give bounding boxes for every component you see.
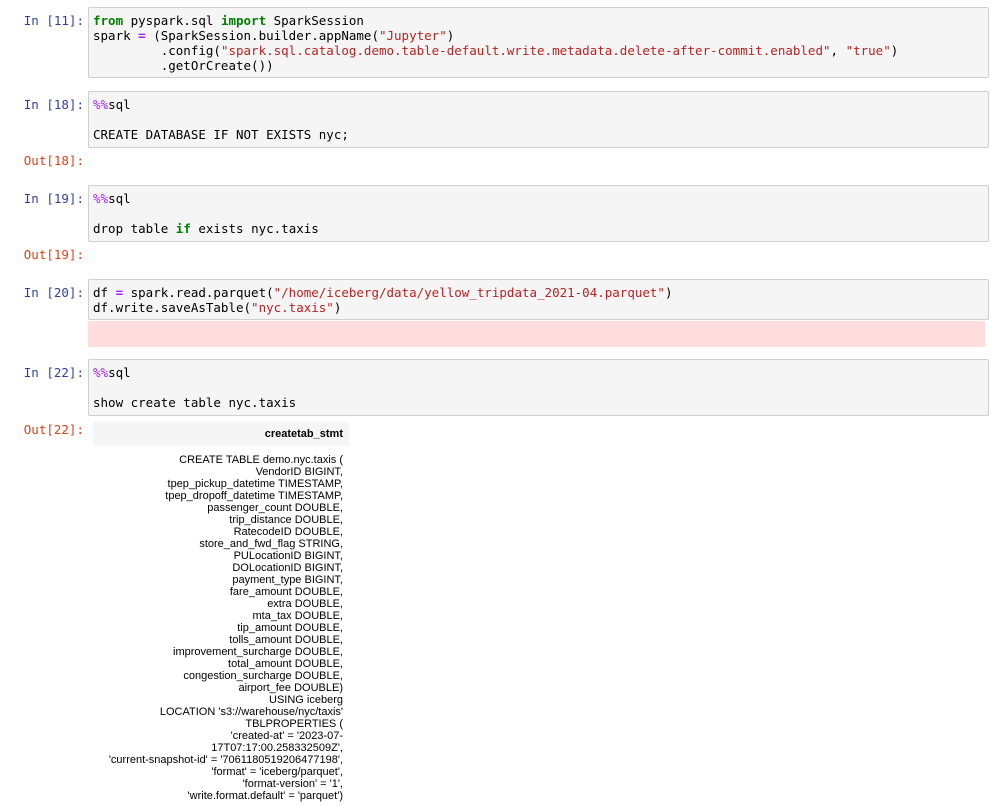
code-token: .config( [93, 43, 221, 58]
code-token: sql [108, 365, 131, 380]
code-token: (SparkSession.builder.appName( [145, 28, 379, 43]
code-token: SparkSession [266, 13, 364, 28]
code-token: ) [333, 300, 342, 315]
output-prompt: Out[19]: [23, 247, 84, 262]
code-token: "nyc.taxis" [251, 300, 334, 315]
code-token: show create table nyc.taxis [93, 395, 297, 410]
code-token: = [138, 28, 146, 43]
code-token: %% [93, 365, 109, 380]
input-prompt: In [11]: [23, 13, 84, 28]
code-token: import [220, 13, 267, 28]
code-token: , [830, 43, 846, 58]
code-text[interactable]: %%sql show create table nyc.taxis [89, 360, 988, 415]
code-editor[interactable]: %%sql CREATE DATABASE IF NOT EXISTS nyc; [88, 91, 989, 148]
code-token: .getOrCreate()) [93, 58, 274, 73]
code-token: if [175, 221, 191, 236]
table-row: CREATE TABLE demo.nyc.taxis ( VendorID B… [93, 446, 349, 806]
output-prompt: Out[22]: [23, 422, 84, 437]
input-prompt: In [22]: [23, 365, 84, 380]
result-table: createtab_stmt CREATE TABLE demo.nyc.tax… [93, 422, 349, 806]
table-header-row: createtab_stmt [93, 422, 349, 446]
code-token: sql [108, 97, 131, 112]
code-text[interactable]: %%sql drop table if exists nyc.taxis [89, 186, 988, 241]
code-token: drop table [93, 221, 176, 236]
code-editor[interactable]: df = spark.read.parquet("/home/iceberg/d… [88, 279, 989, 320]
code-token: exists nyc.taxis [190, 221, 319, 236]
code-token: df [93, 285, 116, 300]
code-token: "/home/iceberg/data/yellow_tripdata_2021… [273, 285, 665, 300]
column-header: createtab_stmt [93, 422, 349, 446]
code-token: from [93, 13, 124, 28]
stderr-output [88, 321, 985, 347]
code-text[interactable]: df = spark.read.parquet("/home/iceberg/d… [89, 280, 988, 320]
code-text[interactable]: %%sql CREATE DATABASE IF NOT EXISTS nyc; [89, 92, 988, 147]
code-token: pyspark.sql [123, 13, 221, 28]
code-token: "spark.sql.catalog.demo.table-default.wr… [220, 43, 831, 58]
output-prompt: Out[18]: [23, 153, 84, 168]
code-token: CREATE DATABASE IF NOT EXISTS nyc; [93, 127, 349, 142]
code-token: %% [93, 97, 109, 112]
code-token: df.write.saveAsTable( [93, 300, 252, 315]
code-token: spark [93, 28, 139, 43]
input-prompt: In [19]: [23, 191, 84, 206]
input-prompt: In [18]: [23, 97, 84, 112]
code-token: spark.read.parquet( [123, 285, 274, 300]
code-editor[interactable]: %%sql show create table nyc.taxis [88, 359, 989, 416]
code-token: "Jupyter" [378, 28, 447, 43]
code-token: ) [890, 43, 899, 58]
code-text[interactable]: from pyspark.sql import SparkSession spa… [89, 8, 988, 78]
code-token: ) [664, 285, 673, 300]
code-token: ) [446, 28, 455, 43]
code-token: sql [108, 191, 131, 206]
input-prompt: In [20]: [23, 285, 84, 300]
code-token: = [115, 285, 124, 300]
code-token: %% [93, 191, 109, 206]
code-editor[interactable]: from pyspark.sql import SparkSession spa… [88, 7, 989, 78]
code-editor[interactable]: %%sql drop table if exists nyc.taxis [88, 185, 989, 242]
code-token: "true" [845, 43, 891, 58]
table-cell-statement: CREATE TABLE demo.nyc.taxis ( VendorID B… [108, 454, 343, 802]
